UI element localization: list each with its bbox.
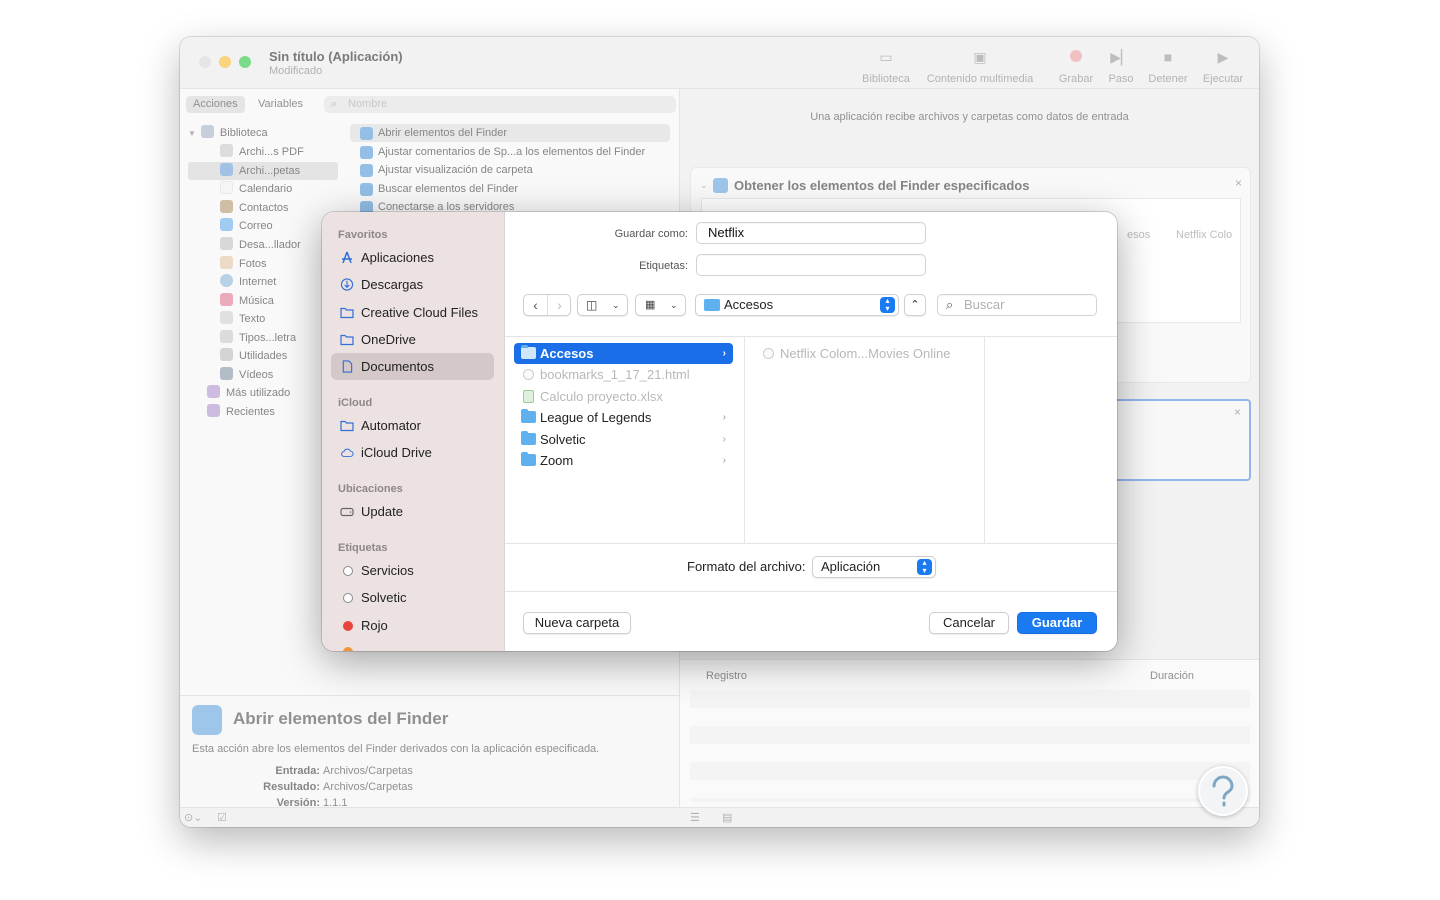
folder-row-solvetic[interactable]: Solvetic › [514, 429, 733, 450]
sidebar-section-favorites: Favoritos [338, 229, 388, 241]
solvetic-logo-icon [1212, 775, 1234, 807]
sidebar-item-creative-cloud[interactable]: Creative Cloud Files [331, 299, 494, 326]
folder-row-league-of-legends[interactable]: League of Legends › [514, 407, 733, 428]
search-icon: ⌕ [946, 297, 954, 312]
sidebar-item-descargas[interactable]: Descargas [331, 271, 494, 298]
folder-icon [521, 409, 536, 423]
excel-file-icon [523, 390, 534, 403]
folder-icon [521, 345, 536, 359]
tag-dot-red-icon [343, 621, 353, 631]
back-button[interactable]: ‹ [524, 295, 548, 315]
save-as-input[interactable]: Netflix [696, 222, 926, 244]
column-divider [744, 337, 745, 545]
cloud-icon [341, 448, 354, 457]
search-placeholder: Buscar [964, 297, 1005, 312]
sidebar-item-onedrive[interactable]: OneDrive [331, 326, 494, 353]
format-label: Formato del archivo: [687, 559, 806, 574]
format-value: Aplicación [821, 559, 881, 574]
dialog-buttons: Nueva carpeta Cancelar Guardar [505, 592, 1117, 651]
tags-input[interactable] [696, 254, 926, 276]
chevron-up-icon: ⌃ [910, 299, 920, 311]
folder-icon [340, 334, 354, 346]
tag-dot-icon [343, 593, 353, 603]
folder-row-zoom[interactable]: Zoom › [514, 450, 733, 471]
grid-icon: ▦ [645, 299, 656, 311]
format-popup[interactable]: Aplicación ▴ ▾ [812, 556, 936, 578]
group-mode-button[interactable]: ▦ ⌄ [635, 294, 686, 316]
popup-arrows-icon: ▴ ▾ [917, 559, 932, 575]
sidebar-item-icloud-drive[interactable]: iCloud Drive [331, 439, 494, 466]
sidebar-item-automator[interactable]: Automator [331, 412, 494, 439]
sidebar-section-tags: Etiquetas [338, 542, 388, 554]
watermark-logo [1198, 766, 1248, 816]
collapse-button[interactable]: ⌃ [904, 294, 926, 316]
tag-dot-icon [343, 566, 353, 576]
popup-arrows-icon: ▴ ▾ [880, 297, 895, 313]
chevron-right-icon: › [722, 455, 726, 466]
tags-label: Etiquetas: [639, 260, 688, 272]
back-forward-control: ‹ › [523, 294, 571, 316]
chevron-right-icon: › [722, 412, 726, 423]
sidebar-item-aplicaciones[interactable]: Aplicaciones [331, 244, 494, 271]
downloads-icon [340, 278, 354, 291]
dialog-sidebar: Favoritos Aplicaciones Descargas Creativ… [322, 212, 505, 651]
folder-row-accesos[interactable]: Accesos › [514, 343, 733, 364]
sidebar-item-documentos[interactable]: Documentos [331, 353, 494, 380]
file-row-netflix: Netflix Colom...Movies Online [754, 343, 973, 364]
chevron-down-icon: ⌄ [670, 300, 678, 310]
disk-icon [340, 507, 354, 517]
location-popup[interactable]: Accesos ▴ ▾ [695, 294, 899, 316]
format-bar: Formato del archivo: Aplicación ▴ ▾ [505, 544, 1117, 592]
sidebar-item-tag-solvetic[interactable]: Solvetic [331, 584, 494, 611]
folder-icon [704, 299, 720, 311]
sidebar-item-tag-servicios[interactable]: Servicios [331, 557, 494, 584]
cancel-button[interactable]: Cancelar [929, 612, 1009, 634]
location-label: Accesos [724, 297, 774, 312]
sidebar-item-update[interactable]: Update [331, 498, 494, 525]
tag-dot-orange-icon [343, 647, 353, 651]
chevron-right-icon: › [722, 434, 726, 445]
forward-button[interactable]: › [548, 295, 571, 315]
folder-icon [340, 420, 354, 432]
sidebar-section-locations: Ubicaciones [338, 483, 403, 495]
folder-icon [521, 431, 536, 445]
sidebar-item-tag-rojo[interactable]: Rojo [331, 612, 494, 639]
view-mode-button[interactable]: ◫ ⌄ [577, 294, 628, 316]
chevron-right-icon: › [722, 348, 726, 359]
file-browser: Accesos › bookmarks_1_17_21.html Calculo… [505, 336, 1117, 545]
save-as-label: Guardar como: [614, 228, 688, 240]
webloc-file-icon [763, 348, 774, 359]
html-file-icon [523, 369, 534, 380]
file-row-bookmarks: bookmarks_1_17_21.html [514, 364, 733, 385]
save-button[interactable]: Guardar [1017, 612, 1097, 634]
columns-view-icon: ◫ [586, 298, 598, 312]
new-folder-button[interactable]: Nueva carpeta [523, 612, 631, 634]
column-divider [984, 337, 985, 545]
file-row-calculo: Calculo proyecto.xlsx [514, 386, 733, 407]
document-icon [342, 360, 353, 373]
sidebar-section-icloud: iCloud [338, 397, 373, 409]
save-dialog: Favoritos Aplicaciones Descargas Creativ… [322, 212, 1117, 651]
folder-icon [340, 307, 354, 319]
applications-icon [342, 251, 352, 264]
dialog-search-input[interactable]: ⌕ Buscar [937, 294, 1097, 316]
chevron-down-icon: ⌄ [612, 300, 620, 310]
folder-icon [521, 452, 536, 466]
